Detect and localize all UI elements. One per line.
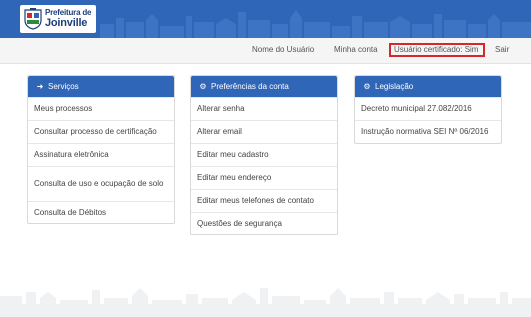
city-crest-icon (24, 8, 42, 30)
site-header: Prefeitura de Joinville (0, 0, 531, 38)
account-preferences-title: Preferências da conta (211, 82, 289, 91)
my-account-link[interactable]: Minha conta (334, 45, 378, 54)
menu-item-consulta-uso-solo[interactable]: Consulta de uso e ocupação de solo (28, 166, 174, 201)
menu-item-editar-cadastro[interactable]: Editar meu cadastro (191, 143, 337, 166)
menu-item-questoes-seguranca[interactable]: Questões de segurança (191, 212, 337, 234)
logo-line1: Prefeitura de (45, 8, 92, 17)
legislation-panel: ⚙ Legislação Decreto municipal 27.082/201… (354, 75, 502, 144)
legislation-title: Legislação (375, 82, 414, 91)
username-link[interactable]: Nome do Usuário (252, 45, 314, 54)
services-panel: ➜ Serviços Meus processos Consultar proce… (27, 75, 175, 224)
sign-in-icon: ➜ (36, 82, 44, 91)
menu-item-meus-processos[interactable]: Meus processos (28, 97, 174, 120)
services-title: Serviços (48, 82, 79, 91)
menu-item-alterar-senha[interactable]: Alterar senha (191, 97, 337, 120)
menu-item-consulta-debitos[interactable]: Consulta de Débitos (28, 201, 174, 223)
prefeitura-logo[interactable]: Prefeitura de Joinville (20, 5, 96, 33)
menu-item-instrucao-normativa[interactable]: Instrução normativa SEI Nº 06/2016 (355, 120, 501, 143)
logo-line2: Joinville (45, 17, 88, 29)
menu-item-consultar-processo[interactable]: Consultar processo de certificação (28, 120, 174, 143)
gear-icon: ⚙ (363, 82, 371, 91)
menu-item-decreto-municipal[interactable]: Decreto municipal 27.082/2016 (355, 97, 501, 120)
account-preferences-header: ⚙ Preferências da conta (191, 76, 337, 97)
certified-user-highlight (389, 43, 485, 57)
account-preferences-panel: ⚙ Preferências da conta Alterar senha Alt… (190, 75, 338, 235)
gear-icon: ⚙ (199, 82, 207, 91)
legislation-header: ⚙ Legislação (355, 76, 501, 97)
menu-item-editar-telefones[interactable]: Editar meus telefones de contato (191, 189, 337, 212)
menu-item-assinatura-eletronica[interactable]: Assinatura eletrônica (28, 143, 174, 166)
services-panel-header: ➜ Serviços (28, 76, 174, 97)
exit-link[interactable]: Sair (495, 45, 509, 54)
footer-skyline (0, 288, 531, 317)
menu-item-alterar-email[interactable]: Alterar email (191, 120, 337, 143)
menu-item-editar-endereco[interactable]: Editar meu endereço (191, 166, 337, 189)
